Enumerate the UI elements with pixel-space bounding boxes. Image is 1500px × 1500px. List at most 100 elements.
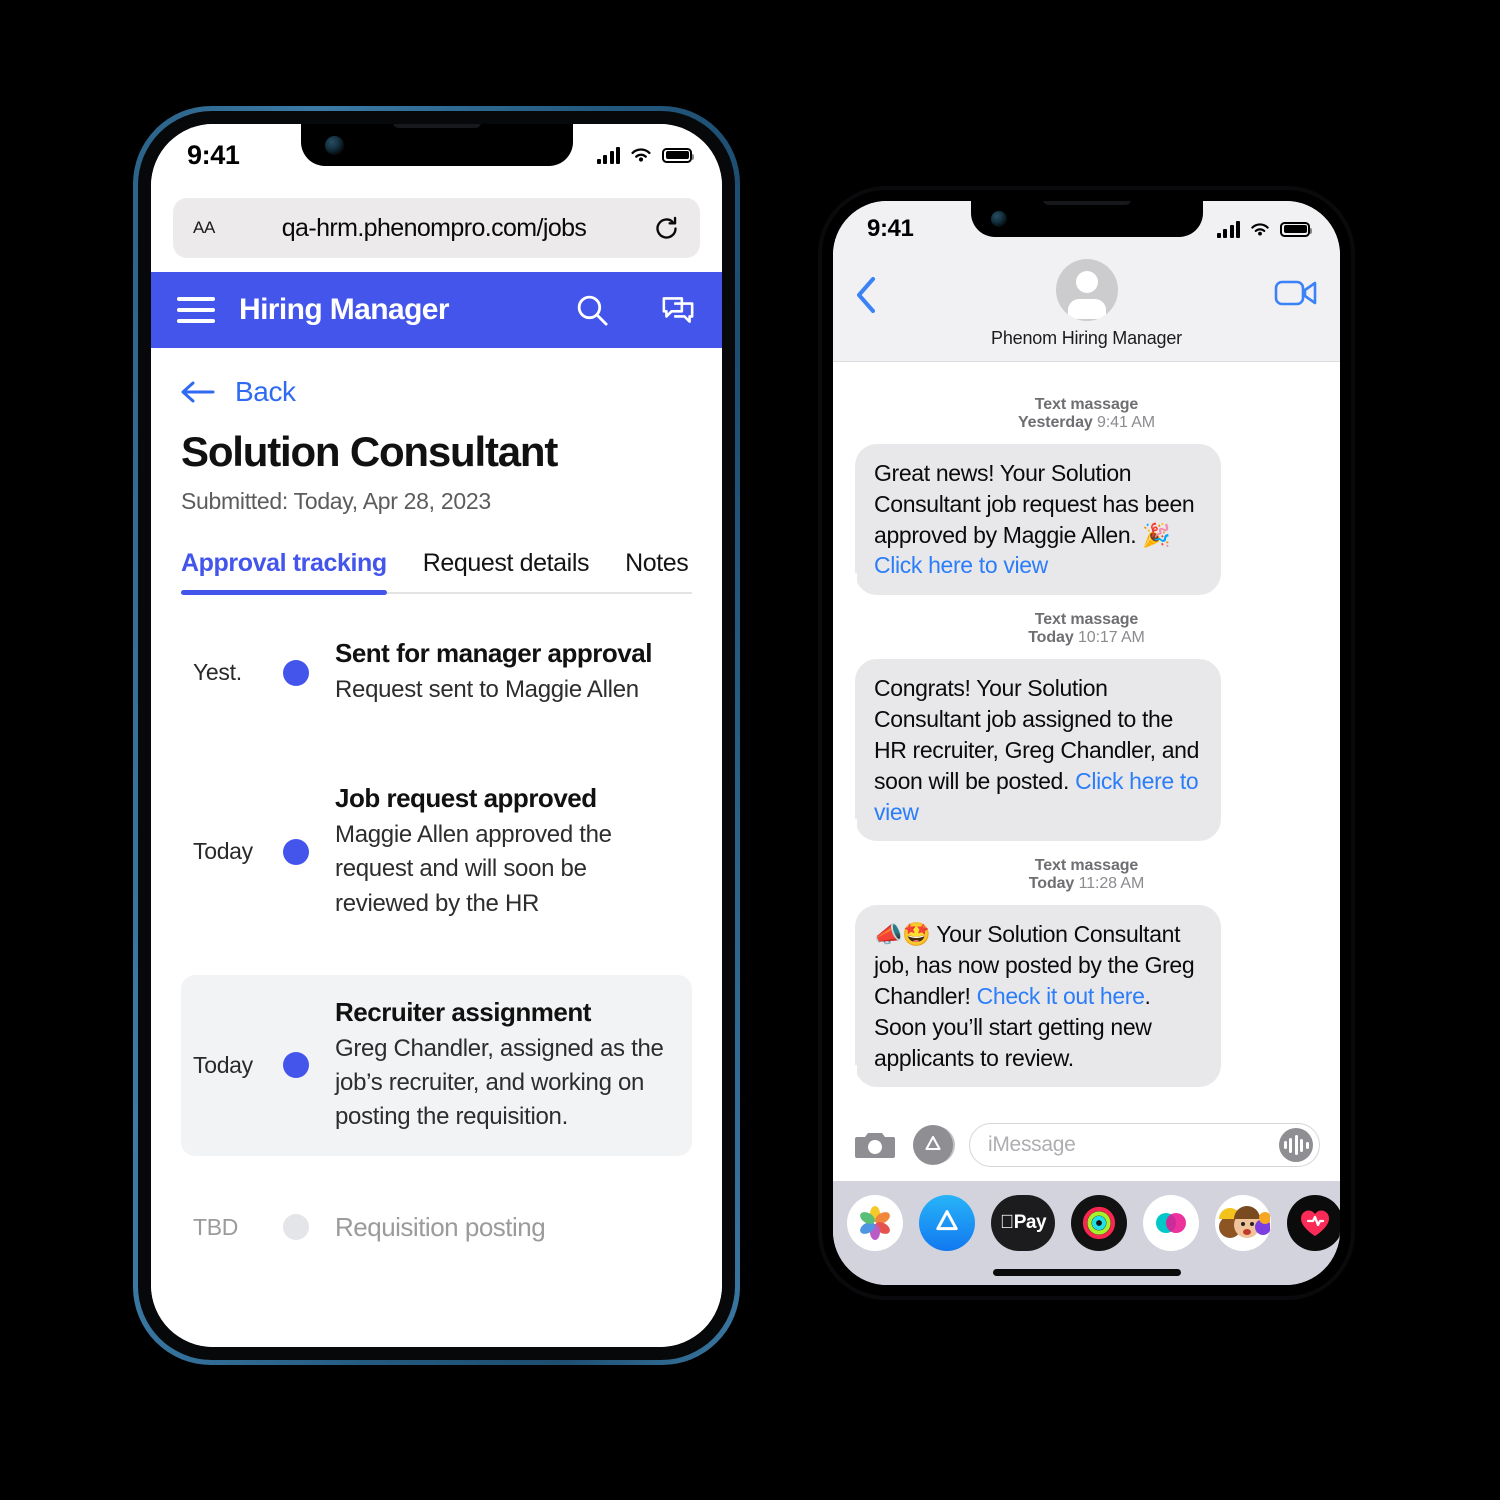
safari-toolbar: AA qa-hrm.phenompro.com/jobs (151, 186, 722, 272)
submitted-date: Submitted: Today, Apr 28, 2023 (181, 488, 491, 515)
app-store-icon[interactable] (913, 1125, 953, 1165)
message-timestamp: Text massage Yesterday 9:41 AM (855, 396, 1318, 432)
message-timestamp: Text massage Today 11:28 AM (855, 857, 1318, 893)
imessage-placeholder: iMessage (988, 1133, 1076, 1156)
search-icon[interactable] (574, 292, 610, 328)
imessage-input[interactable]: iMessage (969, 1123, 1320, 1167)
timeline-dot-icon (283, 659, 309, 686)
chat-bubbles-icon[interactable] (660, 292, 696, 328)
apple-pay-app-icon[interactable]: Pay (991, 1195, 1055, 1251)
dock-row: Pay (833, 1195, 1340, 1251)
timeline-item[interactable]: Yest. Sent for manager approval Request … (181, 624, 692, 721)
status-time: 9:41 (187, 139, 240, 170)
tab-notes[interactable]: Notes (625, 549, 689, 592)
text-size-label: AA (193, 218, 216, 237)
timestamp-label: Text massage (1034, 857, 1139, 875)
timestamp-label: Text massage (1034, 396, 1139, 413)
timestamp-time: 9:41 AM (1097, 414, 1156, 431)
text-size-button[interactable]: AA (193, 218, 215, 238)
status-indicators (1216, 220, 1312, 238)
timestamp-time: 10:17 AM (1077, 629, 1145, 647)
timeline-title: Recruiter assignment (335, 996, 591, 1027)
page-title: Solution Consultant (181, 428, 558, 475)
timestamp-day: Yesterday (1017, 414, 1093, 431)
avatar[interactable] (1055, 259, 1118, 321)
app-header: Hiring Manager (151, 272, 722, 348)
phone-left-hiring-manager: 9:41 AA qa-hrm.phenompro.com/jobs Hiring… (133, 106, 740, 1365)
phone-left-screen: 9:41 AA qa-hrm.phenompro.com/jobs Hiring… (151, 124, 722, 1347)
approval-timeline: Yest. Sent for manager approval Request … (181, 594, 692, 1257)
status-indicators (596, 146, 694, 164)
tab-request-details[interactable]: Request details (423, 549, 590, 592)
timeline-item-pending[interactable]: TBD Requisition posting (181, 1198, 692, 1257)
timeline-date: Today (193, 1051, 253, 1078)
reload-icon[interactable] (653, 215, 680, 242)
person-avatar-icon (1075, 271, 1098, 293)
timeline-body: Sent for manager approval Request sent t… (335, 638, 680, 707)
timeline-dot-icon (283, 838, 309, 865)
cellular-bars-icon (596, 146, 620, 164)
message-bubble-received[interactable]: Great news! Your Solution Consultant job… (844, 444, 1221, 596)
earpiece-speaker (1042, 201, 1131, 205)
timeline-description: Maggie Allen approved the request and wi… (335, 821, 612, 917)
avatar-body (1067, 299, 1106, 319)
arrow-left-icon (181, 381, 215, 403)
tab-approval-tracking[interactable]: Approval tracking (181, 549, 387, 596)
cellular-bars-icon (1216, 220, 1240, 238)
message-bubble-received[interactable]: 📣🤩 Your Solution Consultant job, has now… (844, 905, 1221, 1088)
apple-pay-label: Pay (1006, 1212, 1047, 1233)
contact-name: Phenom Hiring Manager (991, 328, 1182, 348)
chevron-left-icon[interactable] (855, 275, 879, 315)
digital-touch-app-icon[interactable] (1143, 1195, 1199, 1251)
timestamp-time: 11:28 AM (1078, 875, 1145, 893)
phone-right-bezel: 9:41 Phenom Hiring Manager Text massage … (822, 190, 1351, 1296)
screenshot-stage: 9:41 AA qa-hrm.phenompro.com/jobs Hiring… (0, 0, 1500, 1500)
url-bar[interactable]: AA qa-hrm.phenompro.com/jobs (173, 198, 700, 258)
timeline-title: Job request approved (335, 783, 597, 814)
hamburger-menu-icon[interactable] (177, 297, 215, 323)
photos-app-icon[interactable] (847, 1195, 903, 1251)
job-detail-page: Back Solution Consultant Submitted: Toda… (151, 348, 722, 1347)
camera-icon[interactable] (853, 1128, 897, 1162)
timeline-body: Job request approved Maggie Allen approv… (335, 783, 680, 920)
back-button[interactable]: Back (181, 376, 692, 408)
front-camera-icon (324, 136, 344, 155)
memoji-app-icon[interactable] (1215, 1195, 1271, 1251)
timeline-title: Sent for manager approval (335, 638, 652, 669)
battery-full-icon (662, 147, 694, 163)
message-link[interactable]: Check it out here (977, 983, 1145, 1009)
health-app-icon[interactable] (1287, 1195, 1340, 1251)
message-composer: iMessage (833, 1111, 1340, 1181)
home-indicator (992, 1269, 1181, 1276)
message-text: Great news! Your Solution Consultant job… (874, 460, 1195, 548)
timeline-dot-icon (283, 1214, 309, 1241)
message-thread[interactable]: Text massage Yesterday 9:41 AM Great new… (833, 362, 1340, 1111)
facetime-video-icon[interactable] (1274, 277, 1318, 309)
notch-left (300, 124, 573, 166)
timeline-item[interactable]: Today Job request approved Maggie Allen … (181, 769, 692, 934)
timeline-date: TBD (193, 1213, 239, 1240)
wifi-icon (631, 148, 651, 162)
message-bubble-received[interactable]: Congrats! Your Solution Consultant job a… (844, 659, 1221, 842)
fitness-rings-app-icon[interactable] (1071, 1195, 1127, 1251)
audio-waveform-icon[interactable] (1279, 1128, 1313, 1162)
front-camera-icon (990, 211, 1007, 227)
imessage-app-dock: Pay (833, 1181, 1340, 1285)
app-store-app-icon[interactable] (919, 1195, 975, 1251)
timeline-description: Greg Chandler, assigned as the job’s rec… (335, 1034, 664, 1130)
phone-left-bezel: 9:41 AA qa-hrm.phenompro.com/jobs Hiring… (138, 111, 735, 1360)
timeline-dot-icon (283, 1052, 309, 1079)
timestamp-day: Today (1028, 629, 1074, 647)
timestamp-day: Today (1028, 875, 1075, 893)
timeline-date: Today (193, 838, 253, 865)
timeline-item-highlighted[interactable]: Today Recruiter assignment Greg Chandler… (181, 974, 692, 1156)
conversation-header: Phenom Hiring Manager (833, 257, 1340, 362)
status-time: 9:41 (867, 215, 914, 242)
message-link[interactable]: Click here to view (874, 552, 1048, 578)
timeline-description: Request sent to Maggie Allen (335, 676, 639, 704)
timeline-body: Requisition posting (335, 1212, 680, 1243)
timeline-date: Yest. (193, 659, 242, 686)
battery-full-icon (1280, 221, 1312, 237)
phone-right-screen: 9:41 Phenom Hiring Manager Text massage … (833, 201, 1340, 1285)
notch-right (970, 201, 1203, 237)
